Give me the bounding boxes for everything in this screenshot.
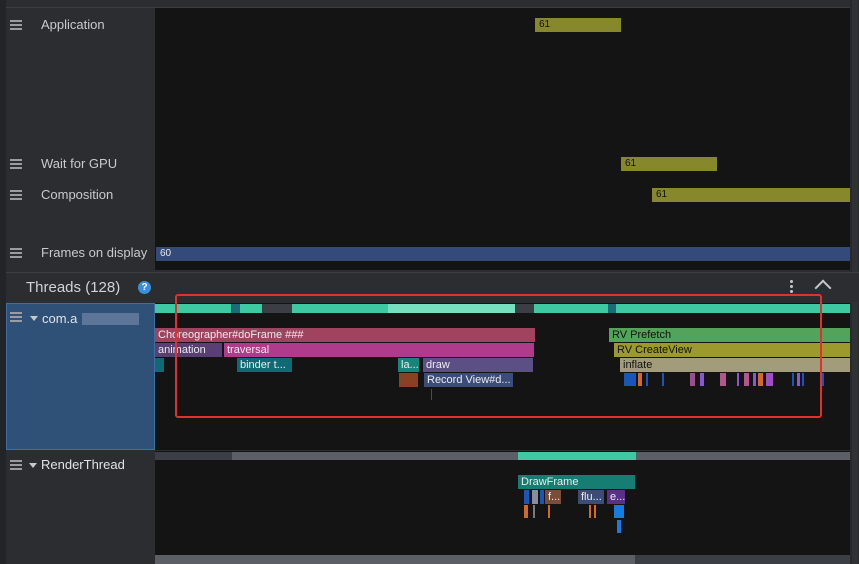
render-tick-1[interactable]: [524, 505, 528, 518]
composition-drag-handle-icon[interactable]: [10, 190, 22, 201]
top-header-strip: [6, 0, 850, 8]
wait-for-gpu-frame-61[interactable]: 61: [621, 157, 717, 171]
main-thread-drag-handle-icon[interactable]: [10, 312, 22, 323]
render-thread-name: RenderThread: [41, 457, 125, 472]
render-tick-2[interactable]: [533, 505, 535, 518]
main-thread-label-cell[interactable]: com.a: [6, 303, 155, 450]
main-thread-expand-icon[interactable]: [30, 316, 38, 321]
profiler-root: Application 61 Wait for GPU 61 Compositi…: [0, 0, 859, 564]
frames-on-display-frame-60[interactable]: 60: [156, 247, 850, 261]
render-state-active: [518, 452, 636, 460]
render-small-1[interactable]: [524, 490, 529, 504]
render-tick-3[interactable]: [548, 505, 550, 518]
redacted-package-name: [82, 313, 139, 325]
render-thread-drag-handle-icon[interactable]: [10, 460, 22, 471]
composition-frame-61[interactable]: 61: [652, 188, 850, 202]
render-e-slice[interactable]: e...: [607, 490, 625, 504]
render-small-3[interactable]: [540, 490, 544, 504]
highlight-annotation-box: [175, 294, 822, 418]
render-flush-slice[interactable]: flu...: [578, 490, 604, 504]
render-state-dark: [155, 452, 232, 460]
render-small-2[interactable]: [532, 490, 538, 504]
bottom-partial-strip-active: [155, 555, 635, 564]
render-tick-7[interactable]: [617, 520, 621, 533]
threads-title: Threads (128): [26, 279, 121, 296]
track-label-composition: Composition: [41, 187, 114, 202]
render-tick-4[interactable]: [589, 505, 591, 518]
frames-on-display-drag-handle-icon[interactable]: [10, 248, 22, 259]
render-thread-state-strip: [155, 452, 850, 460]
track-label-frames-on-display: Frames on display: [41, 245, 148, 260]
main-thread-name: com.a: [42, 311, 78, 326]
help-icon[interactable]: ?: [138, 281, 151, 294]
track-label-wait-for-gpu: Wait for GPU: [41, 156, 118, 171]
display-tracks-plot: [155, 8, 850, 270]
more-options-icon[interactable]: [790, 280, 794, 295]
wait-for-gpu-drag-handle-icon[interactable]: [10, 159, 22, 170]
render-tick-6[interactable]: [614, 505, 624, 518]
drawframe-slice[interactable]: DrawFrame: [518, 475, 635, 489]
small-slice-a[interactable]: [155, 358, 164, 372]
render-tick-5[interactable]: [594, 505, 596, 518]
application-frame-61[interactable]: 61: [535, 18, 621, 32]
render-f-slice[interactable]: f...: [545, 490, 561, 504]
track-label-application: Application: [41, 17, 105, 32]
application-drag-handle-icon[interactable]: [10, 20, 22, 31]
render-thread-plot: [155, 451, 850, 555]
render-thread-expand-icon[interactable]: [29, 463, 37, 468]
